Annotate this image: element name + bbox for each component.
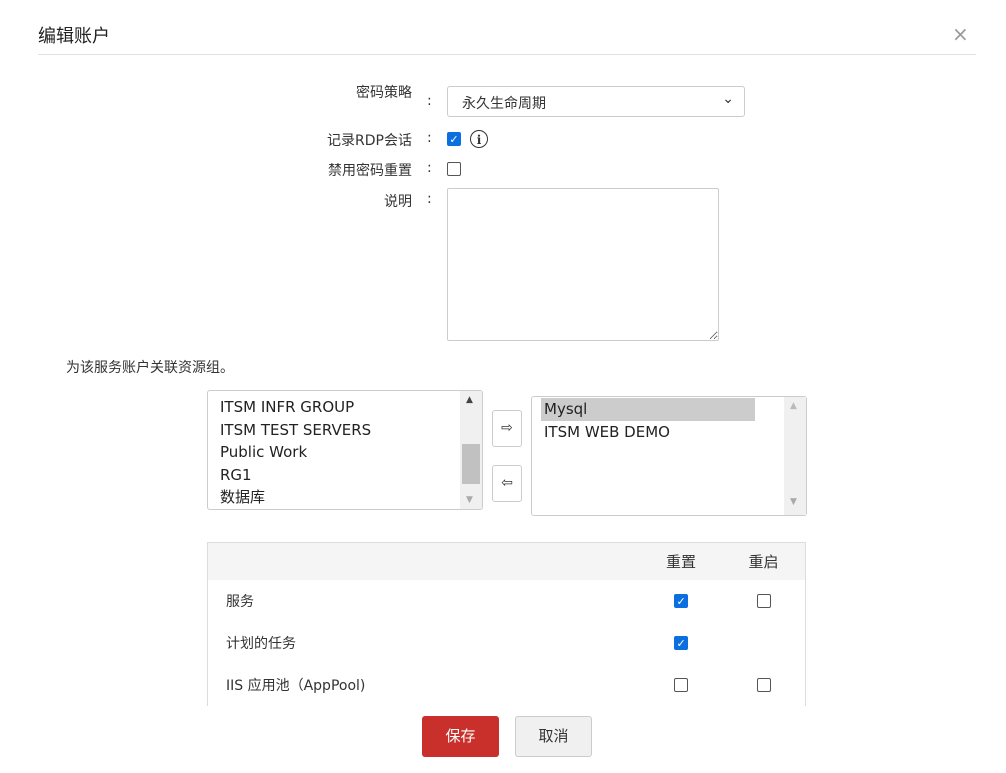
resource-group-heading: 为该服务账户关联资源组。 <box>66 360 234 376</box>
list-item[interactable]: 数据库 <box>208 486 482 509</box>
selected-groups-list[interactable]: Mysql ITSM WEB DEMO ▲ ▼ <box>531 396 807 516</box>
row-label: 服务 <box>226 594 254 610</box>
scrollbar[interactable]: ▲ ▼ <box>784 397 806 515</box>
column-header <box>207 542 640 580</box>
list-item[interactable]: Mysql <box>541 398 755 421</box>
divider <box>38 54 976 55</box>
list-item[interactable]: ITSM WEB DEMO <box>541 421 806 444</box>
reset-checkbox[interactable] <box>674 678 689 692</box>
description-label: 说明 <box>384 194 412 210</box>
restart-checkbox[interactable] <box>756 678 771 692</box>
list-item[interactable]: ITSM INFR GROUP <box>208 396 482 419</box>
scrollbar[interactable]: ▲ ▼ <box>460 391 482 509</box>
select-value: 永久生命周期 <box>462 96 546 112</box>
password-policy-select[interactable]: 永久生命周期 ⌄ <box>447 86 745 117</box>
colon: : <box>427 160 432 176</box>
disable-reset-label: 禁用密码重置 <box>328 163 412 179</box>
disable-reset-checkbox[interactable] <box>447 162 461 176</box>
description-input[interactable] <box>447 188 719 341</box>
policy-label: 密码策略 <box>356 85 412 101</box>
available-groups-list[interactable]: ITSM INFR GROUP ITSM TEST SERVERS Public… <box>207 390 483 510</box>
cancel-button[interactable]: 取消 <box>515 716 592 757</box>
chevron-down-icon: ⌄ <box>722 91 734 107</box>
reset-checkbox[interactable]: ✓ <box>674 636 689 650</box>
restart-checkbox[interactable] <box>756 594 771 608</box>
row-label: 计划的任务 <box>226 636 296 652</box>
rdp-label: 记录RDP会话 <box>327 133 412 149</box>
add-group-button[interactable]: ⇨ <box>492 410 522 447</box>
remove-group-button[interactable]: ⇦ <box>492 465 522 502</box>
table-row: 计划的任务 ✓ <box>208 622 806 664</box>
column-header: 重启 <box>722 542 806 580</box>
table-header: 重置 重启 <box>207 542 806 580</box>
colon: : <box>427 130 432 146</box>
table-row: 服务 ✓ <box>208 580 806 622</box>
row-label: IIS 应用池（AppPool) <box>226 678 366 694</box>
restart-options-table: 重置 重启 服务 ✓ 计划的任务 ✓ IIS 应用池（AppPool) <box>207 542 806 706</box>
rdp-checkbox[interactable]: ✓ <box>447 132 461 146</box>
list-item[interactable]: RG1 <box>208 464 482 487</box>
list-item[interactable]: ITSM TEST SERVERS <box>208 419 482 442</box>
column-header: 重置 <box>640 542 723 580</box>
save-button[interactable]: 保存 <box>422 716 499 757</box>
reset-checkbox[interactable]: ✓ <box>674 594 689 608</box>
colon: : <box>427 93 432 109</box>
table-row: IIS 应用池（AppPool) <box>208 664 806 706</box>
close-icon[interactable]: × <box>952 22 969 46</box>
dialog-title: 编辑账户 <box>38 26 110 47</box>
list-item[interactable]: Public Work <box>208 441 482 464</box>
colon: : <box>427 191 432 207</box>
info-icon[interactable]: i <box>470 130 488 148</box>
